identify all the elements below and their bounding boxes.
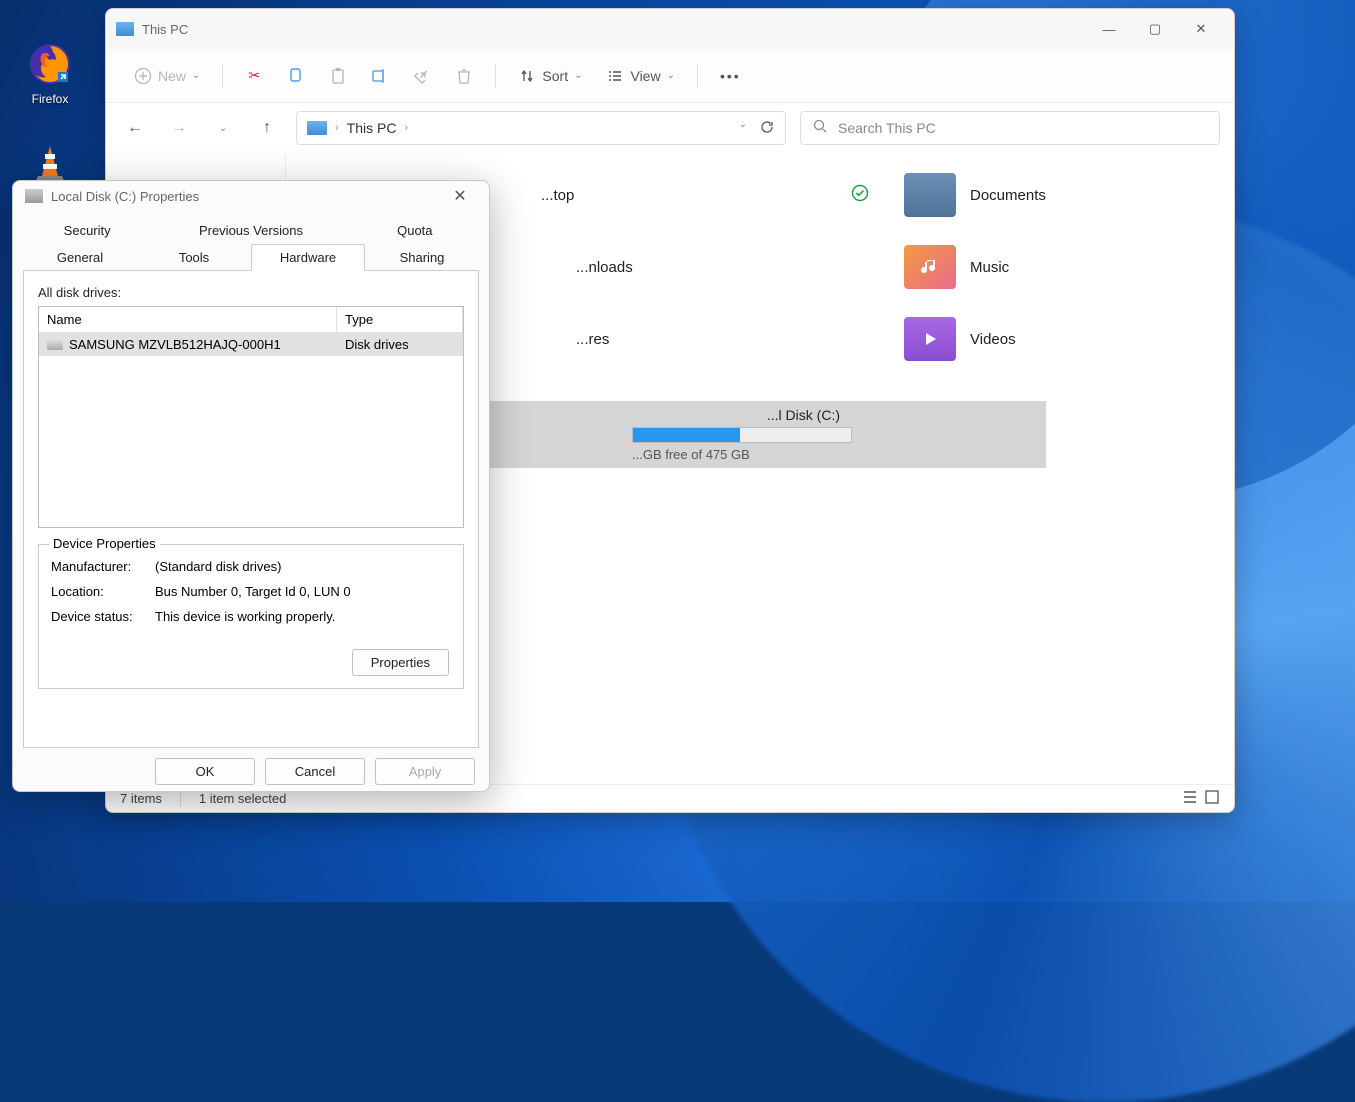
this-pc-icon xyxy=(116,22,134,36)
chevron-down-icon: ⌄ xyxy=(574,70,582,81)
column-header-name[interactable]: Name xyxy=(39,307,337,332)
scissors-icon: ✂ xyxy=(245,67,263,85)
tab-tools[interactable]: Tools xyxy=(137,244,251,271)
ellipsis-icon: ••• xyxy=(720,68,741,84)
folder-downloads[interactable]: ...nloads xyxy=(576,245,836,289)
dialog-button-row: OK Cancel Apply xyxy=(13,748,489,795)
folder-pictures[interactable]: ...res xyxy=(576,317,836,361)
close-button[interactable]: ✕ xyxy=(1178,13,1224,45)
share-button[interactable] xyxy=(403,61,441,91)
paste-button[interactable] xyxy=(319,61,357,91)
search-box[interactable]: Search This PC xyxy=(800,111,1220,145)
back-button[interactable]: ← xyxy=(120,113,150,143)
manufacturer-value: (Standard disk drives) xyxy=(155,559,451,574)
tab-quota[interactable]: Quota xyxy=(351,217,479,244)
up-button[interactable]: ↑ xyxy=(252,113,282,143)
sort-button[interactable]: Sort ⌄ xyxy=(508,61,592,91)
disk-drives-list[interactable]: Name Type SAMSUNG MZVLB512HAJQ-000H1 Dis… xyxy=(38,306,464,528)
explorer-navbar: ← → ⌄ ↑ › This PC › ⌄ Search This PC xyxy=(106,103,1234,153)
desktop-icon-firefox[interactable]: Firefox xyxy=(10,40,90,106)
device-properties-button[interactable]: Properties xyxy=(352,649,449,676)
location-label: Location: xyxy=(51,584,155,599)
monitor-icon xyxy=(307,121,327,135)
folder-music[interactable]: Music xyxy=(904,245,1204,289)
search-placeholder: Search This PC xyxy=(838,120,936,136)
desktop-icon-label: Firefox xyxy=(32,92,69,106)
drive-label: ...l Disk (C:) xyxy=(492,407,1040,423)
sort-icon xyxy=(518,67,536,85)
ok-button[interactable]: OK xyxy=(155,758,255,785)
drive-local-disk-c[interactable]: ...l Disk (C:) ...GB free of 475 GB xyxy=(486,401,1046,468)
device-properties-legend: Device Properties xyxy=(49,536,160,551)
videos-folder-icon xyxy=(904,317,956,361)
breadcrumb-location[interactable]: This PC xyxy=(347,120,397,136)
large-icons-view-button[interactable] xyxy=(1204,789,1220,808)
tab-general[interactable]: General xyxy=(23,244,137,271)
search-icon xyxy=(813,119,828,137)
cancel-button[interactable]: Cancel xyxy=(265,758,365,785)
details-view-button[interactable] xyxy=(1182,789,1198,808)
tab-previous-versions[interactable]: Previous Versions xyxy=(151,217,350,244)
chevron-right-icon: › xyxy=(335,122,339,134)
manufacturer-label: Manufacturer: xyxy=(51,559,155,574)
minimize-button[interactable]: ― xyxy=(1086,13,1132,45)
new-button[interactable]: New ⌄ xyxy=(124,61,210,91)
drive-usage-bar xyxy=(632,427,852,443)
folder-desktop[interactable]: Desktop ...top xyxy=(516,173,776,217)
view-button[interactable]: View ⌄ xyxy=(596,61,684,91)
forward-button[interactable]: → xyxy=(164,113,194,143)
recent-locations-button[interactable]: ⌄ xyxy=(208,113,238,143)
device-status-value: This device is working properly. xyxy=(155,609,451,624)
disk-drive-row[interactable]: SAMSUNG MZVLB512HAJQ-000H1 Disk drives xyxy=(39,333,463,356)
address-bar[interactable]: › This PC › ⌄ xyxy=(296,111,786,145)
dialog-close-button[interactable]: ✕ xyxy=(443,181,477,211)
refresh-button[interactable] xyxy=(759,119,775,138)
explorer-titlebar[interactable]: This PC ― ▢ ✕ xyxy=(106,9,1234,49)
plus-circle-icon xyxy=(134,67,152,85)
copy-button[interactable] xyxy=(277,61,315,91)
properties-titlebar[interactable]: Local Disk (C:) Properties ✕ xyxy=(13,181,489,211)
documents-folder-icon xyxy=(904,173,956,217)
dialog-title: Local Disk (C:) Properties xyxy=(51,189,443,204)
drive-icon xyxy=(25,189,43,203)
folder-videos[interactable]: Videos xyxy=(904,317,1204,361)
location-value: Bus Number 0, Target Id 0, LUN 0 xyxy=(155,584,451,599)
rename-button[interactable] xyxy=(361,61,399,91)
maximize-button[interactable]: ▢ xyxy=(1132,13,1178,45)
chevron-down-icon: ⌄ xyxy=(192,70,200,81)
delete-button[interactable] xyxy=(445,61,483,91)
tab-panel-hardware: All disk drives: Name Type SAMSUNG MZVLB… xyxy=(23,270,479,748)
tab-security[interactable]: Security xyxy=(23,217,151,244)
firefox-icon xyxy=(26,40,74,88)
view-icon xyxy=(606,67,624,85)
sync-ok-icon xyxy=(851,184,869,207)
cut-button[interactable]: ✂ xyxy=(235,61,273,91)
tabs-container: Security Previous Versions Quota General… xyxy=(13,211,489,748)
tab-hardware[interactable]: Hardware xyxy=(251,244,365,271)
all-disk-drives-label: All disk drives: xyxy=(38,285,464,300)
column-header-type[interactable]: Type xyxy=(337,307,463,332)
more-button[interactable]: ••• xyxy=(710,62,751,90)
history-dropdown-button[interactable]: ⌄ xyxy=(739,119,747,138)
window-title: This PC xyxy=(142,22,1086,37)
tab-sharing[interactable]: Sharing xyxy=(365,244,479,271)
apply-button[interactable]: Apply xyxy=(375,758,475,785)
device-status-label: Device status: xyxy=(51,609,155,624)
disk-icon xyxy=(47,340,63,350)
music-folder-icon xyxy=(904,245,956,289)
chevron-down-icon: ⌄ xyxy=(667,70,675,81)
drive-free-space: ...GB free of 475 GB xyxy=(632,447,1040,462)
clipboard-icon xyxy=(329,67,347,85)
folder-documents[interactable]: Documents xyxy=(904,173,1204,217)
properties-dialog: Local Disk (C:) Properties ✕ Security Pr… xyxy=(12,180,490,792)
trash-icon xyxy=(455,67,473,85)
chevron-right-icon: › xyxy=(404,122,408,134)
copy-icon xyxy=(287,67,305,85)
explorer-toolbar: New ⌄ ✂ Sort ⌄ View ⌄ ••• xyxy=(106,49,1234,103)
share-icon xyxy=(413,67,431,85)
rename-icon xyxy=(371,67,389,85)
device-properties-group: Device Properties Manufacturer: (Standar… xyxy=(38,544,464,689)
